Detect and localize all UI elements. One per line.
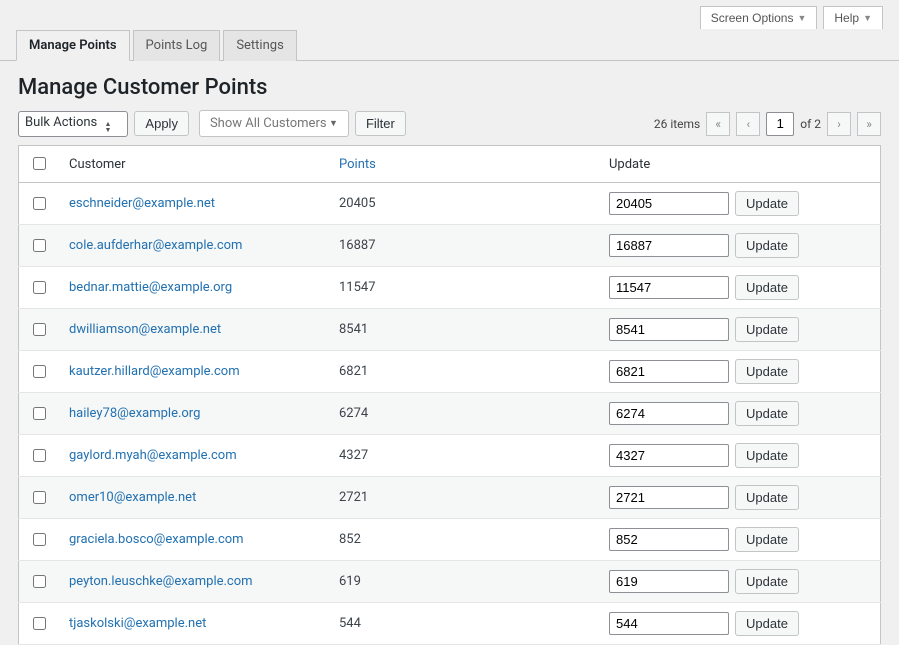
points-value: 6821 xyxy=(329,351,599,393)
customer-link[interactable]: tjaskolski@example.net xyxy=(69,616,206,631)
points-value: 4327 xyxy=(329,435,599,477)
row-checkbox[interactable] xyxy=(33,407,46,420)
points-value: 852 xyxy=(329,519,599,561)
update-button[interactable]: Update xyxy=(735,233,799,258)
screen-options-label: Screen Options xyxy=(711,11,794,25)
update-button[interactable]: Update xyxy=(735,317,799,342)
chevron-down-icon: ▼ xyxy=(863,13,872,23)
row-checkbox[interactable] xyxy=(33,575,46,588)
tab-manage-points[interactable]: Manage Points xyxy=(16,30,130,61)
points-input[interactable] xyxy=(609,318,729,341)
customer-link[interactable]: kautzer.hillard@example.com xyxy=(69,364,240,379)
update-button[interactable]: Update xyxy=(735,569,799,594)
points-input[interactable] xyxy=(609,360,729,383)
table-row: hailey78@example.org 6274 Update xyxy=(19,393,881,435)
screen-options-button[interactable]: Screen Options ▼ xyxy=(700,6,818,29)
table-row: peyton.leuschke@example.com 619 Update xyxy=(19,561,881,603)
points-value: 2721 xyxy=(329,477,599,519)
current-page-input[interactable] xyxy=(766,112,794,136)
chevron-down-icon: ▼ xyxy=(329,118,338,129)
points-value: 6274 xyxy=(329,393,599,435)
customer-link[interactable]: omer10@example.net xyxy=(69,490,196,505)
customer-link[interactable]: bednar.mattie@example.org xyxy=(69,280,232,295)
points-input[interactable] xyxy=(609,234,729,257)
customer-link[interactable]: cole.aufderhar@example.com xyxy=(69,238,242,253)
tab-points-log[interactable]: Points Log xyxy=(133,30,221,61)
points-input[interactable] xyxy=(609,486,729,509)
help-button[interactable]: Help ▼ xyxy=(823,6,883,29)
next-page-button[interactable]: › xyxy=(827,112,851,136)
chevron-down-icon: ▼ xyxy=(797,13,806,23)
customer-filter-label: Show All Customers xyxy=(210,116,327,131)
page-title: Manage Customer Points xyxy=(0,61,899,110)
last-page-button[interactable]: » xyxy=(857,112,881,136)
first-page-button[interactable]: « xyxy=(706,112,730,136)
row-checkbox[interactable] xyxy=(33,449,46,462)
update-button[interactable]: Update xyxy=(735,611,799,636)
row-checkbox[interactable] xyxy=(33,197,46,210)
column-header-update: Update xyxy=(599,146,881,183)
table-row: eschneider@example.net 20405 Update xyxy=(19,183,881,225)
prev-page-button[interactable]: ‹ xyxy=(736,112,760,136)
update-button[interactable]: Update xyxy=(735,275,799,300)
points-value: 544 xyxy=(329,603,599,645)
page-of-text: of 2 xyxy=(800,117,821,131)
column-header-points[interactable]: Points xyxy=(339,157,376,172)
table-row: graciela.bosco@example.com 852 Update xyxy=(19,519,881,561)
points-value: 619 xyxy=(329,561,599,603)
update-button[interactable]: Update xyxy=(735,485,799,510)
table-row: cole.aufderhar@example.com 16887 Update xyxy=(19,225,881,267)
column-header-customer[interactable]: Customer xyxy=(59,146,329,183)
customer-link[interactable]: graciela.bosco@example.com xyxy=(69,532,244,547)
points-input[interactable] xyxy=(609,192,729,215)
customer-link[interactable]: eschneider@example.net xyxy=(69,196,215,211)
points-input[interactable] xyxy=(609,276,729,299)
table-row: dwilliamson@example.net 8541 Update xyxy=(19,309,881,351)
row-checkbox[interactable] xyxy=(33,365,46,378)
update-button[interactable]: Update xyxy=(735,191,799,216)
points-value: 16887 xyxy=(329,225,599,267)
customer-filter-select[interactable]: Show All Customers ▼ xyxy=(199,110,349,137)
row-checkbox[interactable] xyxy=(33,239,46,252)
customer-link[interactable]: peyton.leuschke@example.com xyxy=(69,574,253,589)
select-sort-icon: ▲▼ xyxy=(104,121,111,133)
points-input[interactable] xyxy=(609,612,729,635)
row-checkbox[interactable] xyxy=(33,323,46,336)
points-value: 11547 xyxy=(329,267,599,309)
help-label: Help xyxy=(834,11,859,25)
table-row: kautzer.hillard@example.com 6821 Update xyxy=(19,351,881,393)
table-row: tjaskolski@example.net 544 Update xyxy=(19,603,881,645)
bulk-actions-select[interactable]: Bulk Actions ▲▼ xyxy=(18,111,128,137)
customer-link[interactable]: dwilliamson@example.net xyxy=(69,322,221,337)
row-checkbox[interactable] xyxy=(33,281,46,294)
apply-button[interactable]: Apply xyxy=(134,111,189,136)
customer-link[interactable]: gaylord.myah@example.com xyxy=(69,448,237,463)
customer-link[interactable]: hailey78@example.org xyxy=(69,406,200,421)
points-value: 8541 xyxy=(329,309,599,351)
row-checkbox[interactable] xyxy=(33,617,46,630)
update-button[interactable]: Update xyxy=(735,359,799,384)
row-checkbox[interactable] xyxy=(33,491,46,504)
update-button[interactable]: Update xyxy=(735,401,799,426)
table-row: bednar.mattie@example.org 11547 Update xyxy=(19,267,881,309)
update-button[interactable]: Update xyxy=(735,443,799,468)
table-row: omer10@example.net 2721 Update xyxy=(19,477,881,519)
table-row: gaylord.myah@example.com 4327 Update xyxy=(19,435,881,477)
row-checkbox[interactable] xyxy=(33,533,46,546)
points-input[interactable] xyxy=(609,402,729,425)
points-value: 20405 xyxy=(329,183,599,225)
filter-button[interactable]: Filter xyxy=(355,111,406,136)
tab-settings[interactable]: Settings xyxy=(223,30,296,61)
items-count: 26 items xyxy=(654,117,700,131)
select-all-checkbox[interactable] xyxy=(33,157,46,170)
points-input[interactable] xyxy=(609,528,729,551)
points-input[interactable] xyxy=(609,570,729,593)
update-button[interactable]: Update xyxy=(735,527,799,552)
bulk-actions-label: Bulk Actions xyxy=(25,115,97,130)
points-input[interactable] xyxy=(609,444,729,467)
